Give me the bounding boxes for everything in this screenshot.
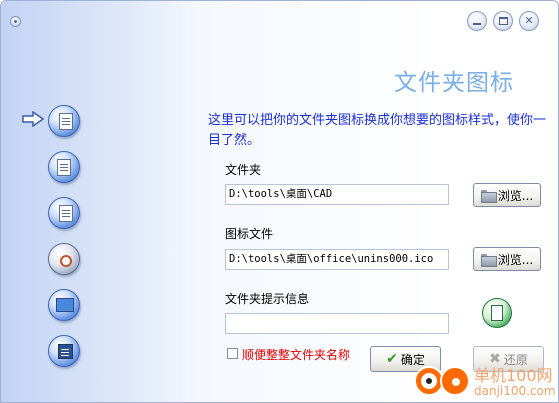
folder-cat-icon bbox=[57, 159, 71, 176]
selected-arrow-icon bbox=[22, 111, 44, 127]
watermark-logo-icon-2 bbox=[440, 366, 470, 396]
icon-file-path-field[interactable]: D:\tools\桌面\office\unins000.ico bbox=[225, 249, 449, 270]
sidebar-item-folder-cat[interactable] bbox=[48, 151, 80, 183]
monitor-icon bbox=[56, 298, 74, 312]
sidebar-item-folder-lock[interactable] bbox=[48, 197, 80, 229]
rename-checkbox-label[interactable]: 顺便整整文件夹名称 bbox=[242, 346, 350, 363]
folder-label: 文件夹 bbox=[225, 163, 262, 177]
close-button[interactable]: ✕ bbox=[519, 11, 539, 31]
minimize-button[interactable] bbox=[467, 11, 487, 31]
rename-checkbox[interactable] bbox=[227, 348, 238, 359]
folder-path-field[interactable]: D:\tools\桌面\CAD bbox=[225, 184, 449, 205]
browse-icon-button[interactable]: 浏览... bbox=[473, 247, 541, 271]
system-menu-icon[interactable] bbox=[10, 16, 21, 27]
app-window: ✕ 文件夹图标 这里可以把你的文件夹图标换成你想要的图标样式，使你一目了然。 文… bbox=[0, 0, 559, 403]
folder-lock-icon bbox=[59, 205, 73, 222]
folder-icon bbox=[480, 253, 497, 267]
maximize-button[interactable] bbox=[493, 11, 513, 31]
title-bar: ✕ bbox=[1, 1, 558, 41]
maximize-icon bbox=[498, 17, 508, 25]
folder-document-icon bbox=[59, 113, 73, 130]
watermark-url: danji100.com bbox=[474, 384, 556, 398]
preview-icon bbox=[482, 298, 512, 328]
browse-folder-label: 浏览... bbox=[497, 188, 534, 203]
tip-label: 文件夹提示信息 bbox=[225, 292, 310, 306]
check-icon: ✔ bbox=[386, 351, 398, 367]
page-title: 文件夹图标 bbox=[394, 70, 514, 96]
folder-icon bbox=[480, 189, 497, 203]
window-icon bbox=[58, 344, 73, 359]
preview-document-icon bbox=[491, 305, 503, 321]
page-description: 这里可以把你的文件夹图标换成你想要的图标样式，使你一目了然。 bbox=[208, 113, 547, 148]
sidebar-item-folder-document[interactable] bbox=[48, 105, 80, 137]
browse-folder-button[interactable]: 浏览... bbox=[473, 183, 541, 207]
close-icon: ✕ bbox=[524, 14, 534, 27]
watermark-text: 单机100网 bbox=[474, 366, 553, 385]
icon-file-label: 图标文件 bbox=[225, 227, 274, 241]
tip-field[interactable] bbox=[225, 313, 449, 334]
watermark: 单机100网 danji100.com bbox=[414, 361, 558, 402]
sidebar-item-window[interactable] bbox=[48, 335, 80, 367]
sidebar-item-monitor[interactable] bbox=[48, 289, 80, 321]
minimize-icon bbox=[473, 23, 481, 25]
sidebar-item-disc[interactable] bbox=[48, 243, 80, 275]
browse-icon-label: 浏览... bbox=[497, 252, 534, 267]
